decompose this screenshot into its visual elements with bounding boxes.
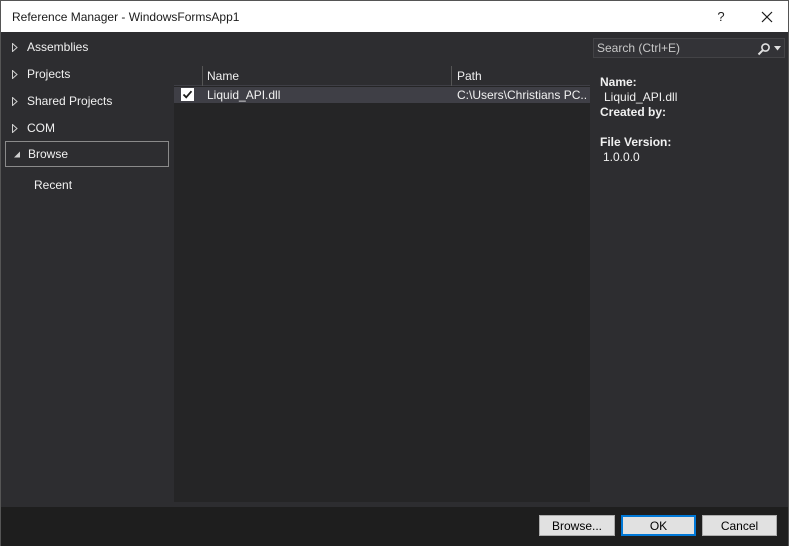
column-divider[interactable] bbox=[202, 66, 203, 86]
list-header: Name Path bbox=[174, 66, 590, 86]
title-bar: Reference Manager - WindowsFormsApp1 ? bbox=[1, 1, 788, 32]
nav-item-recent[interactable]: Recent bbox=[34, 178, 72, 192]
checkmark-icon bbox=[182, 90, 193, 99]
help-button[interactable]: ? bbox=[703, 1, 739, 32]
nav-item-label: Assemblies bbox=[27, 40, 89, 54]
category-nav: Assemblies Projects Shared Projects COM … bbox=[5, 33, 170, 503]
nav-item-label: Shared Projects bbox=[27, 94, 113, 108]
reference-manager-dialog: Reference Manager - WindowsFormsApp1 ? A… bbox=[0, 0, 789, 546]
help-icon: ? bbox=[717, 9, 725, 24]
nav-item-shared-projects[interactable]: Shared Projects bbox=[5, 88, 169, 114]
nav-item-label: Browse bbox=[28, 147, 69, 161]
nav-item-com[interactable]: COM bbox=[5, 115, 169, 141]
search-icon[interactable] bbox=[757, 42, 771, 56]
dialog-footer: Browse... OK Cancel bbox=[1, 507, 788, 546]
expand-arrow-icon[interactable] bbox=[12, 69, 24, 79]
detail-file-version-label: File Version: bbox=[600, 135, 672, 149]
table-row[interactable]: Liquid_API.dll C:\Users\Christians PC... bbox=[174, 87, 590, 103]
window-title: Reference Manager - WindowsFormsApp1 bbox=[12, 10, 240, 24]
detail-name-label: Name: bbox=[600, 75, 637, 89]
expand-arrow-icon[interactable] bbox=[12, 96, 24, 106]
browse-button[interactable]: Browse... bbox=[539, 515, 615, 536]
ok-button[interactable]: OK bbox=[621, 515, 696, 536]
nav-item-projects[interactable]: Projects bbox=[5, 61, 169, 87]
cell-path: C:\Users\Christians PC... bbox=[457, 88, 588, 102]
column-header-name[interactable]: Name bbox=[202, 66, 450, 85]
search-box bbox=[593, 38, 785, 58]
cancel-button[interactable]: Cancel bbox=[702, 515, 777, 536]
close-button[interactable] bbox=[747, 1, 787, 32]
nav-item-label: COM bbox=[27, 121, 55, 135]
collapse-arrow-icon[interactable] bbox=[13, 151, 25, 158]
column-header-path[interactable]: Path bbox=[452, 66, 590, 85]
search-input[interactable] bbox=[597, 40, 752, 56]
include-checkbox[interactable] bbox=[181, 88, 194, 101]
detail-name-value: Liquid_API.dll bbox=[604, 90, 678, 104]
nav-item-label: Projects bbox=[27, 67, 71, 81]
nav-item-browse[interactable]: Browse bbox=[5, 141, 169, 167]
reference-list: Name Path Liquid_API.dll C:\Users\Christ… bbox=[174, 66, 590, 502]
cell-name: Liquid_API.dll bbox=[207, 88, 281, 102]
expand-arrow-icon[interactable] bbox=[12, 123, 24, 133]
expand-arrow-icon[interactable] bbox=[12, 42, 24, 52]
close-icon bbox=[761, 11, 773, 22]
nav-item-assemblies[interactable]: Assemblies bbox=[5, 34, 169, 60]
detail-file-version-value: 1.0.0.0 bbox=[603, 150, 640, 164]
detail-created-by-label: Created by: bbox=[600, 105, 667, 119]
chevron-down-icon[interactable] bbox=[774, 46, 781, 51]
